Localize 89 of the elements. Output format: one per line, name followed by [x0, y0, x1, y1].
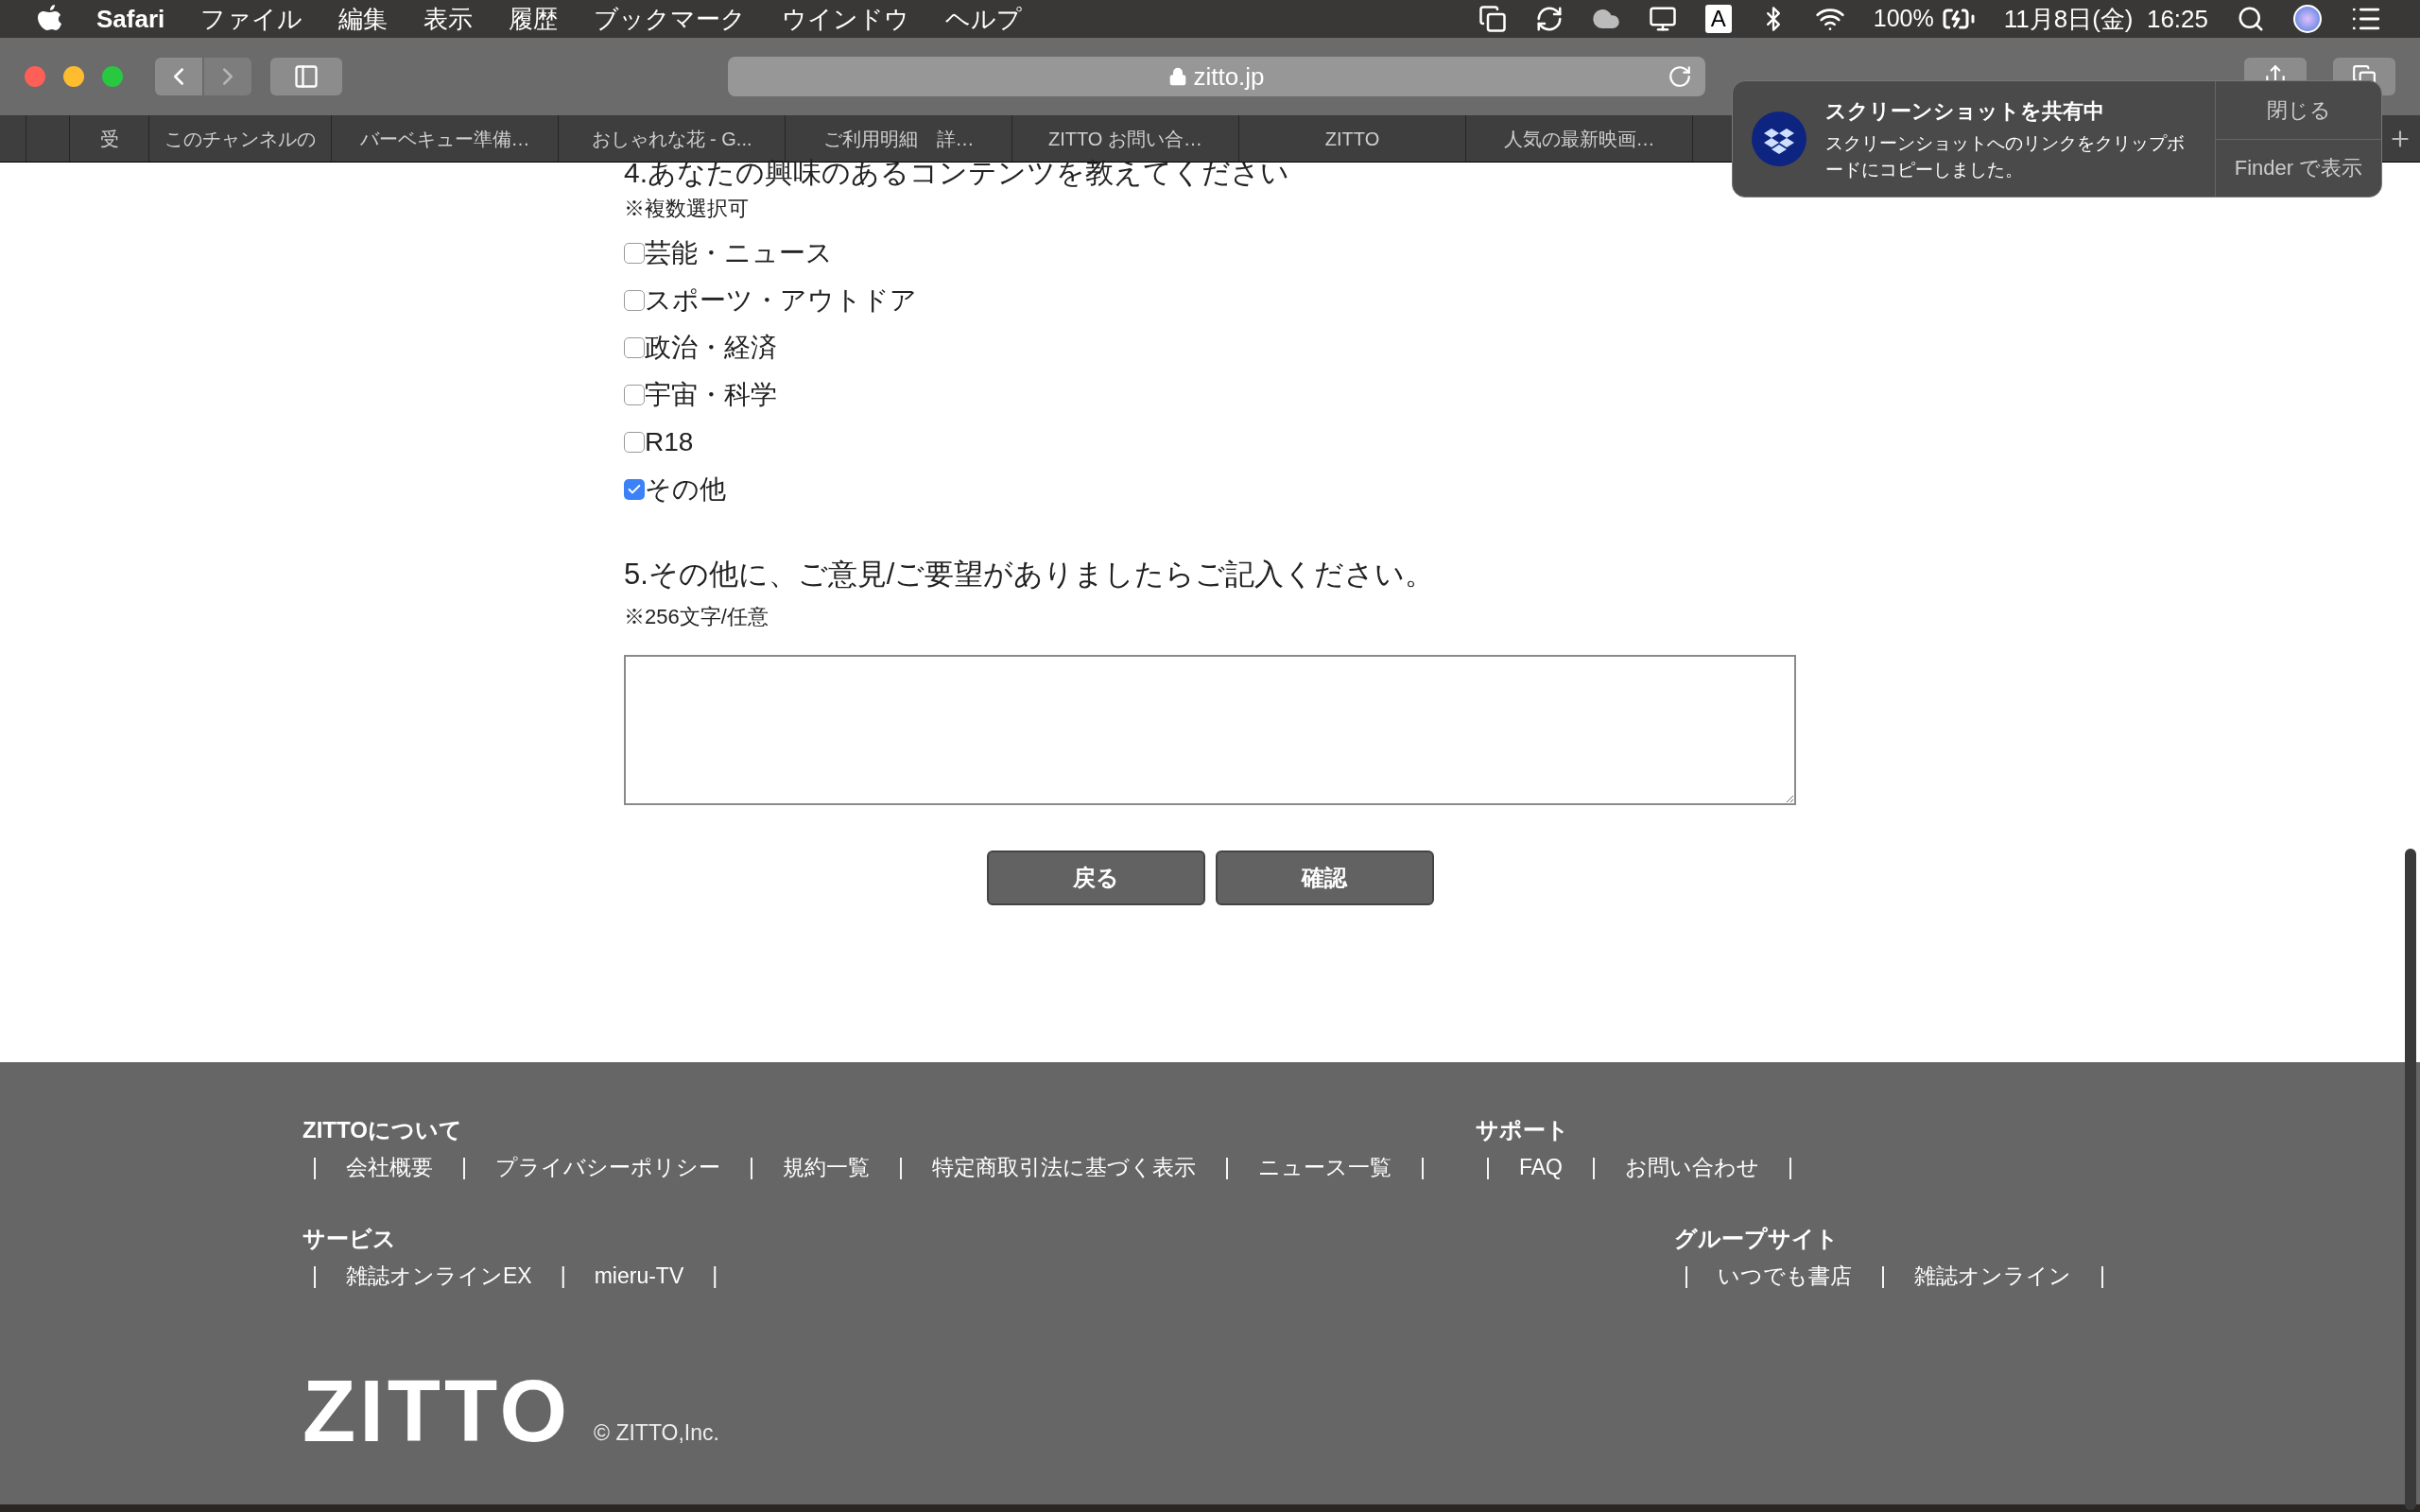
display-icon[interactable]: [1648, 5, 1677, 33]
link-separator: |: [1684, 1262, 1689, 1290]
link-separator: |: [2099, 1262, 2105, 1290]
menu-item[interactable]: ファイル: [200, 0, 303, 38]
menu-item[interactable]: 編集: [338, 0, 389, 38]
footer-heading: サポート: [1476, 1116, 1570, 1144]
search-icon[interactable]: [2237, 5, 2265, 33]
input-source[interactable]: A: [1704, 5, 1732, 33]
footer-link[interactable]: プライバシーポリシー: [494, 1151, 720, 1184]
checkbox-label[interactable]: 宇宙・科学: [645, 375, 777, 415]
siri-icon[interactable]: [2293, 5, 2322, 33]
form-button[interactable]: 戻る: [986, 850, 1205, 905]
notification-action[interactable]: 閉じる: [2216, 81, 2381, 140]
close-window-button[interactable]: [25, 66, 45, 87]
battery-percent: 100%: [1873, 4, 1934, 34]
question-note: ※256文字/任意: [624, 603, 769, 630]
link-separator: |: [312, 1262, 318, 1290]
checkbox[interactable]: [624, 290, 645, 311]
link-separator: |: [712, 1262, 718, 1290]
link-separator: |: [1419, 1154, 1426, 1181]
checkbox[interactable]: [624, 385, 645, 405]
question-title: 5.その他に、ご意見/ご要望がありましたらご記入ください。: [624, 557, 1435, 593]
link-separator: |: [897, 1154, 904, 1181]
form-button[interactable]: 確認: [1215, 850, 1434, 905]
clock[interactable]: 11月8日(金) 16:25: [2003, 0, 2208, 38]
lock-icon: [1168, 67, 1188, 86]
link-separator: |: [1880, 1262, 1886, 1290]
checkbox[interactable]: [624, 337, 645, 358]
menu-item[interactable]: ヘルプ: [945, 0, 1023, 38]
browser-tab[interactable]: ZITTO: [1239, 115, 1466, 162]
link-separator: |: [748, 1154, 754, 1181]
link-separator: |: [560, 1262, 566, 1290]
minimize-window-button[interactable]: [63, 66, 84, 87]
apple-icon[interactable]: [38, 5, 62, 33]
question-note: ※複数選択可: [624, 196, 750, 222]
checkbox-label[interactable]: 芸能・ニュース: [645, 233, 833, 273]
link-separator: |: [1591, 1154, 1597, 1181]
comment-field[interactable]: [624, 654, 1796, 805]
footer-link[interactable]: 雑誌オンライン: [1913, 1259, 2071, 1292]
checkbox[interactable]: [624, 479, 645, 500]
browser-tab[interactable]: 受: [70, 115, 149, 162]
sidebar-button[interactable]: [270, 58, 342, 95]
checkbox[interactable]: [624, 243, 645, 264]
link-separator: |: [1223, 1154, 1230, 1181]
dropbox-logo-icon: [1752, 112, 1806, 166]
browser-tab[interactable]: バーベキュー準備…: [332, 115, 559, 162]
link-separator: |: [312, 1154, 318, 1181]
footer-link[interactable]: mieru-TV: [594, 1259, 684, 1292]
menu-item[interactable]: 表示: [424, 0, 474, 38]
browser-tab[interactable]: ZITTO お問い合…: [1012, 115, 1239, 162]
copyright: © ZITTO,Inc.: [594, 1418, 719, 1447]
footer-link[interactable]: いつでも書店: [1718, 1259, 1852, 1292]
browser-tab[interactable]: ご利用明細 詳…: [786, 115, 1012, 162]
checkbox[interactable]: [624, 432, 645, 453]
checkbox-label[interactable]: スポーツ・アウトドア: [645, 281, 917, 320]
footer-heading: グループサイト: [1674, 1224, 1840, 1253]
menu-item[interactable]: ウインドウ: [782, 0, 910, 38]
reload-icon[interactable]: [1668, 64, 1692, 89]
footer-link[interactable]: FAQ: [1519, 1151, 1563, 1184]
link-separator: |: [461, 1154, 467, 1181]
zoom-window-button[interactable]: [102, 66, 123, 87]
footer-logo: ZITTO: [302, 1373, 572, 1449]
sidebar-icon: [293, 63, 320, 90]
footer-link[interactable]: 特定商取引法に基づく表示: [931, 1151, 1196, 1184]
link-separator: |: [1485, 1154, 1491, 1181]
menu-item[interactable]: 履歴: [509, 0, 559, 38]
notification-title: スクリーンショットを共有中: [1825, 97, 2105, 125]
notification-action[interactable]: Finder で表示: [2216, 139, 2381, 197]
browser-tab[interactable]: 人気の最新映画…: [1466, 115, 1693, 162]
checkbox-label[interactable]: 政治・経済: [645, 328, 777, 368]
scrollbar-thumb[interactable]: [2405, 849, 2416, 1510]
forward-button[interactable]: [204, 58, 251, 95]
menu-item[interactable]: ブックマーク: [594, 0, 747, 38]
footer-link[interactable]: お問い合わせ: [1625, 1151, 1759, 1184]
browser-tab[interactable]: おしゃれな花 - G...: [559, 115, 786, 162]
footer-heading: ZITTOについて: [302, 1116, 463, 1144]
browser-tab[interactable]: このチャンネルの: [149, 115, 332, 162]
back-button[interactable]: [155, 58, 202, 95]
footer-link[interactable]: 雑誌オンラインEX: [346, 1259, 532, 1292]
notification-body: スクリーンショットへのリンクをクリップボードにコピーしました。: [1825, 131, 2186, 181]
footer-heading: サービス: [302, 1224, 397, 1253]
footer-link[interactable]: ニュース一覧: [1257, 1151, 1392, 1184]
app-menu[interactable]: Safari: [96, 0, 165, 38]
checkbox-label[interactable]: その他: [645, 470, 726, 509]
footer-link[interactable]: 会社概要: [346, 1151, 433, 1184]
link-separator: |: [1788, 1154, 1793, 1181]
checkbox-label[interactable]: R18: [645, 422, 694, 462]
footer-link[interactable]: 規約一覧: [782, 1151, 870, 1184]
url-text: zitto.jp: [1193, 60, 1265, 93]
